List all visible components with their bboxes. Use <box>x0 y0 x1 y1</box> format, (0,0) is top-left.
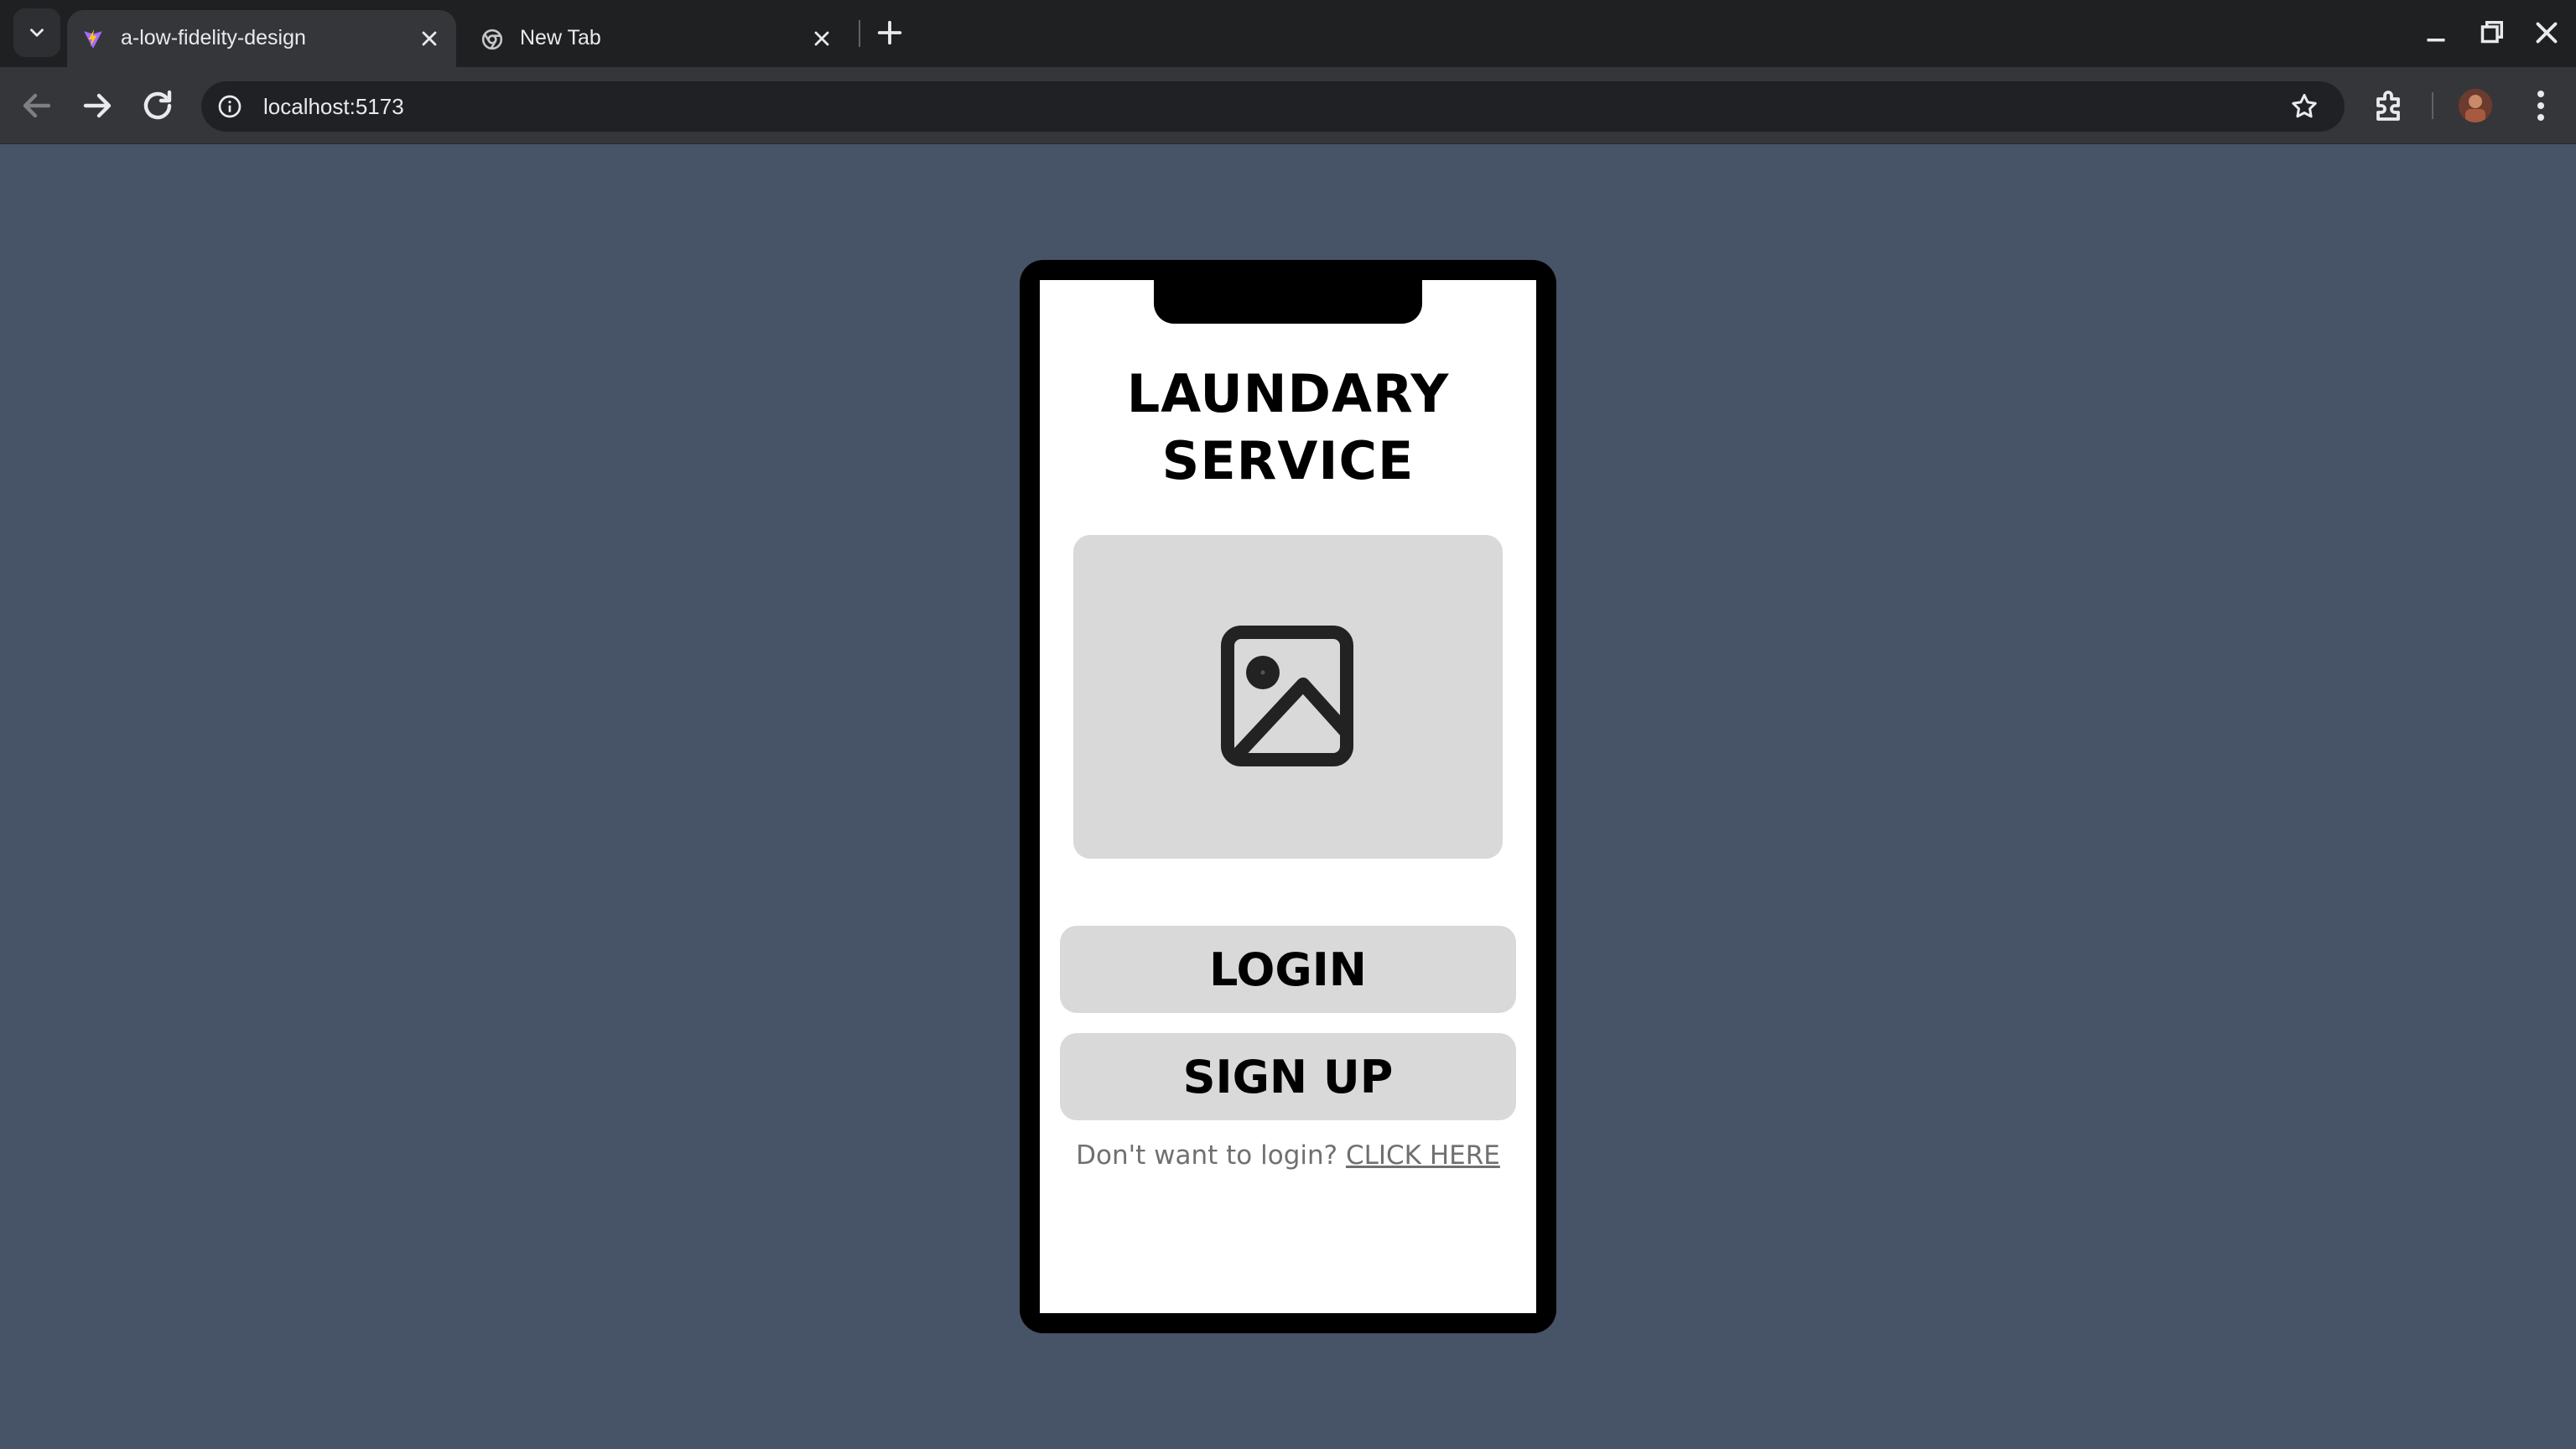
guest-access-text: Don't want to login? CLICK HERE <box>1040 1140 1536 1171</box>
chrome-icon <box>481 29 503 50</box>
reload-icon[interactable] <box>138 86 178 126</box>
guest-prompt: Don't want to login? <box>1076 1140 1338 1171</box>
phone-notch <box>1154 280 1422 324</box>
phone-screen: LAUNDARY SERVICE LOGIN SIGN UP Don't wan… <box>1040 280 1536 1313</box>
tab-divider <box>859 20 860 47</box>
image-icon <box>1221 626 1353 766</box>
tab-search-button[interactable] <box>13 8 60 57</box>
minimize-icon[interactable] <box>2418 15 2454 50</box>
phone-frame: LAUNDARY SERVICE LOGIN SIGN UP Don't wan… <box>1020 260 1556 1333</box>
tab-active[interactable]: a-low-fidelity-design <box>67 10 456 67</box>
close-icon[interactable] <box>418 27 441 50</box>
app-title-line2: SERVICE <box>1161 430 1415 491</box>
vite-favicon-icon <box>84 29 102 49</box>
signup-button[interactable]: SIGN UP <box>1060 1033 1516 1120</box>
forward-icon[interactable] <box>77 86 117 126</box>
app-title: LAUNDARY SERVICE <box>1040 361 1536 495</box>
tab-title: a-low-fidelity-design <box>121 26 306 49</box>
browser-tabstrip: a-low-fidelity-design New Tab <box>0 0 2576 67</box>
new-tab-icon[interactable] <box>872 15 907 50</box>
bookmark-star-icon[interactable] <box>2289 91 2319 122</box>
extensions-icon[interactable] <box>2370 86 2410 126</box>
avatar-image-icon <box>2459 89 2492 122</box>
close-window-icon[interactable] <box>2529 15 2564 50</box>
profile-avatar[interactable] <box>2459 89 2492 122</box>
info-icon[interactable] <box>216 93 243 120</box>
toolbar-divider <box>2432 92 2433 119</box>
back-icon[interactable] <box>17 86 57 126</box>
menu-dots-icon[interactable] <box>2521 86 2561 126</box>
restore-icon[interactable] <box>2474 15 2509 50</box>
app-title-line1: LAUNDARY <box>1126 363 1450 424</box>
browser-toolbar: localhost:5173 <box>0 67 2576 144</box>
image-placeholder <box>1073 535 1503 859</box>
login-button[interactable]: LOGIN <box>1060 926 1516 1013</box>
tab-new-tab[interactable]: New Tab <box>466 10 849 67</box>
chevron-down-icon <box>30 29 44 37</box>
address-url: localhost:5173 <box>263 94 404 119</box>
close-icon[interactable] <box>810 27 834 50</box>
guest-link[interactable]: CLICK HERE <box>1346 1140 1500 1171</box>
tab-title: New Tab <box>520 26 601 49</box>
address-bar[interactable]: localhost:5173 <box>201 81 2345 132</box>
